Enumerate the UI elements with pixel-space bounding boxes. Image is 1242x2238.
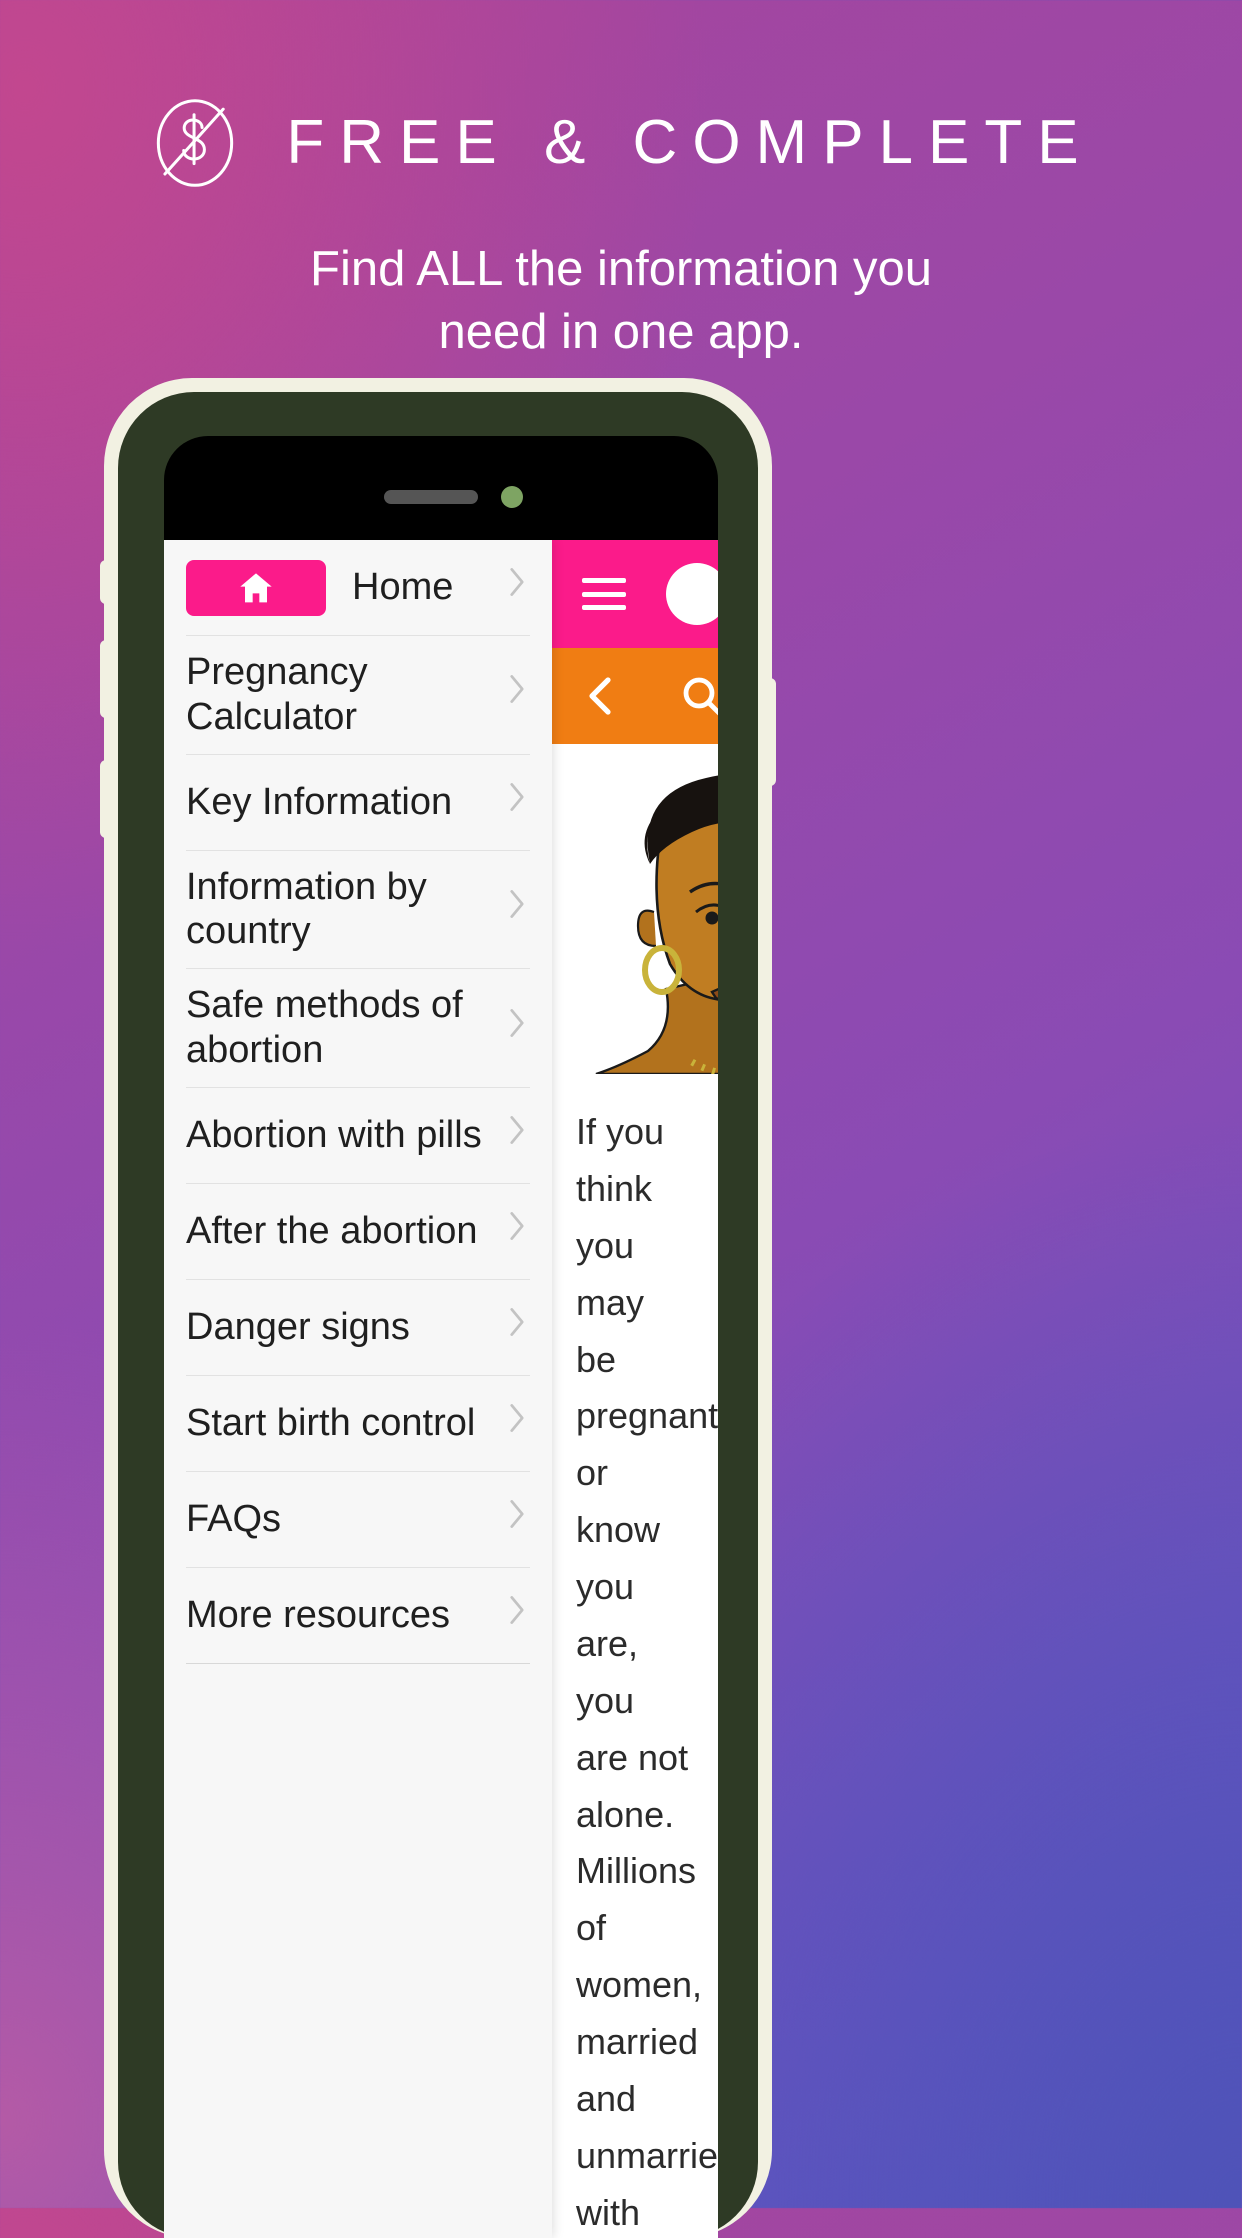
menu-item-danger-signs[interactable]: Danger signs [186,1280,530,1376]
phone-notch [276,436,606,512]
menu-item-label: After the abortion [186,1210,478,1253]
avatar[interactable] [666,563,718,625]
content-body-text: If you think you may be pregnant, or kno… [576,1111,718,2233]
app-screen: If you think you may be pregnant, or kno… [164,540,718,2238]
front-camera-icon [501,486,523,508]
menu-item-label: FAQs [186,1498,282,1541]
menu-item-label: Start birth control [186,1402,476,1445]
menu-item-label: Abortion with pills [186,1114,482,1157]
promo-subtitle-line1: Find ALL the information you [310,242,932,296]
phone-mute-switch[interactable] [100,560,112,604]
chevron-right-icon [504,561,530,610]
menu-item-safe-methods-of-abortion[interactable]: Safe methods of abortion [186,969,530,1088]
menu-item-faqs[interactable]: FAQs [186,1472,530,1568]
phone-volume-up-button[interactable] [100,640,112,718]
menu-item-label: Key Information [186,780,453,823]
app-bar-secondary [552,648,718,744]
menu-item-label: Danger signs [186,1306,410,1349]
promo-subtitle: Find ALL the information you need in one… [0,238,1242,363]
hamburger-menu-icon[interactable] [582,578,626,610]
menu-item-label: Home [352,566,454,609]
menu-list: Home Pregnancy Calculator Key Informatio… [164,540,552,1664]
promo-subtitle-line2: need in one app. [438,304,804,359]
phone-screen: If you think you may be pregnant, or kno… [164,436,718,2238]
menu-item-information-by-country[interactable]: Information by country [186,851,530,970]
chevron-right-icon [504,776,530,825]
chevron-right-icon [504,1493,530,1542]
app-bar-primary [552,540,718,648]
menu-item-home[interactable]: Home [186,540,530,636]
chevron-right-icon [504,1205,530,1254]
menu-item-pregnancy-calculator[interactable]: Pregnancy Calculator [186,636,530,755]
chevron-left-icon[interactable] [578,672,626,720]
home-icon [186,559,326,616]
chevron-right-icon [504,883,530,932]
phone-volume-down-button[interactable] [100,760,112,838]
phone-frame: If you think you may be pregnant, or kno… [118,392,758,2238]
menu-item-start-birth-control[interactable]: Start birth control [186,1376,530,1472]
menu-item-label: More resources [186,1594,450,1637]
menu-item-key-information[interactable]: Key Information [186,755,530,851]
chevron-right-icon [504,1109,530,1158]
page-title: FREE & COMPLETE [286,108,1094,177]
chevron-right-icon [504,1301,530,1350]
phone-mockup: If you think you may be pregnant, or kno… [100,378,776,2238]
chevron-right-icon [504,668,530,717]
search-icon[interactable] [678,672,718,720]
promo-title-row: FREE & COMPLETE [0,96,1242,190]
illustration-woman-portrait [552,744,718,1074]
promo-header: FREE & COMPLETE Find ALL the information… [0,0,1242,363]
content-panel: If you think you may be pregnant, or kno… [552,540,718,2238]
no-money-circle-icon [148,96,242,190]
earpiece-speaker [384,490,478,504]
chevron-right-icon [504,1397,530,1446]
menu-item-label: Pregnancy Calculator [186,651,368,738]
chevron-right-icon [504,1589,530,1638]
navigation-drawer: Home Pregnancy Calculator Key Informatio… [164,540,552,2238]
chevron-right-icon [504,1002,530,1051]
menu-item-abortion-with-pills[interactable]: Abortion with pills [186,1088,530,1184]
menu-item-label: Information by country [186,865,427,953]
menu-item-after-the-abortion[interactable]: After the abortion [186,1184,530,1280]
menu-item-more-resources[interactable]: More resources [186,1568,530,1664]
phone-power-button[interactable] [764,678,776,786]
menu-item-label: Safe methods of abortion [186,984,463,1072]
